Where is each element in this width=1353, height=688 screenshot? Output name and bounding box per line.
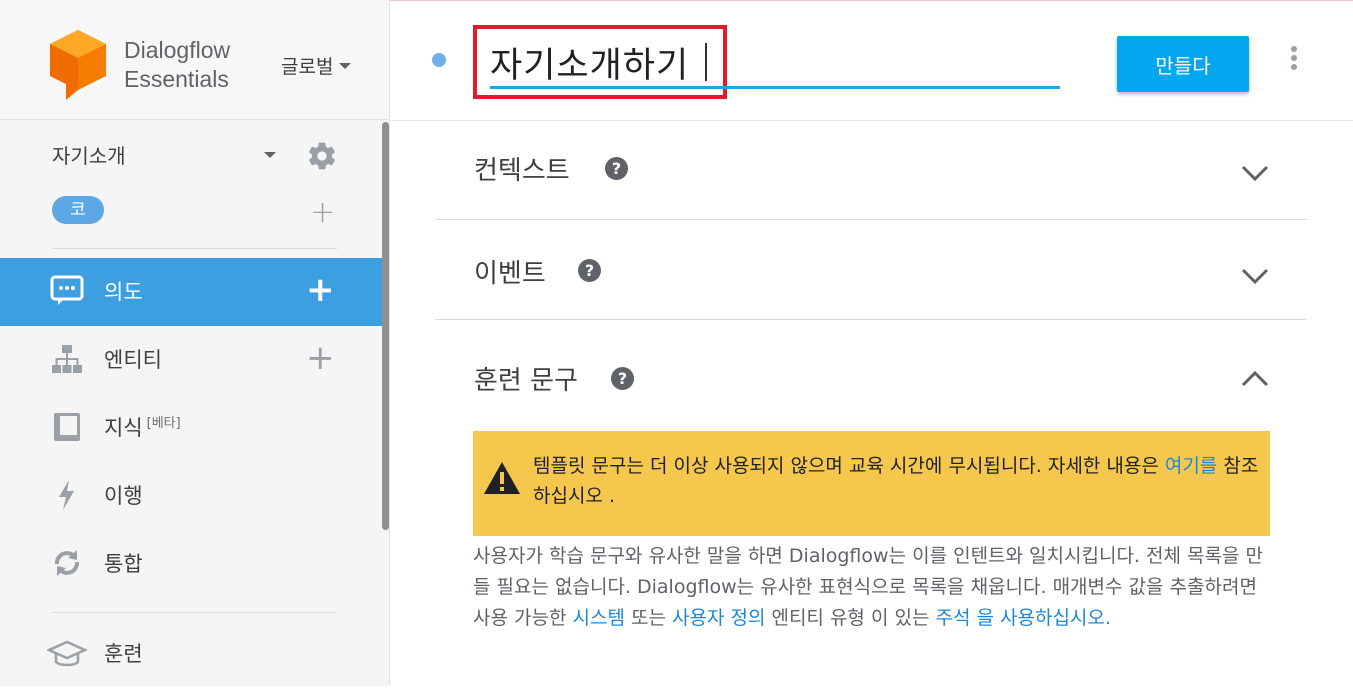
custom-entities-link[interactable]: 사용자 정의 — [672, 607, 765, 629]
sidebar-item-label: 의도 — [104, 280, 143, 304]
description-part2: 또는 — [624, 607, 672, 629]
intent-editor: 만들다 컨텍스트 ? 이벤트 ? 훈련 문구 ? 템플릿 문구는 더 이상 사용… — [390, 0, 1353, 686]
sidebar-item-label-text: 지식 — [104, 416, 143, 440]
language-row: 코 + — [52, 196, 342, 228]
section-title: 이벤트 — [474, 259, 546, 289]
sidebar-scrollbar[interactable] — [382, 122, 389, 530]
description-part3: 엔티티 유형 이 있는 — [765, 607, 936, 629]
events-section[interactable]: 이벤트 ? — [435, 220, 1307, 320]
agent-name: 자기소개 — [52, 144, 126, 168]
help-icon[interactable]: ? — [611, 367, 634, 390]
intent-name-input[interactable] — [490, 38, 740, 86]
divider — [52, 612, 337, 613]
system-entities-link[interactable]: 시스템 — [572, 607, 624, 629]
hierarchy-icon — [52, 345, 82, 373]
region-label: 글로벌 — [281, 56, 334, 78]
training-phrases-section[interactable]: 훈련 문구 ? — [435, 322, 1307, 417]
sidebar-item-label: 이행 — [104, 484, 143, 508]
product-name: Dialogflow Essentials — [124, 36, 230, 94]
warning-link[interactable]: 여기를 — [1165, 455, 1217, 477]
language-badge[interactable]: 코 — [52, 196, 104, 224]
help-icon[interactable]: ? — [605, 157, 628, 180]
warning-text-before: 템플릿 문구는 더 이상 사용되지 않으며 교육 시간에 무시됩니다. 자세한 … — [533, 455, 1165, 477]
sidebar-item-knowledge[interactable]: 지식 [베타] — [0, 394, 382, 462]
intent-header: 만들다 — [390, 0, 1353, 121]
annotation-link[interactable]: 주석 을 사용하십시오. — [935, 607, 1110, 629]
sidebar-item-entities[interactable]: 엔티티 + — [0, 326, 382, 394]
chevron-down-icon[interactable] — [1241, 268, 1269, 284]
warning-text: 템플릿 문구는 더 이상 사용되지 않으며 교육 시간에 무시됩니다. 자세한 … — [533, 451, 1263, 511]
divider — [52, 248, 337, 249]
chevron-down-icon — [339, 62, 352, 69]
book-icon — [54, 413, 80, 441]
help-icon[interactable]: ? — [578, 259, 601, 282]
more-options-icon[interactable] — [1288, 46, 1300, 74]
sidebar-item-intents[interactable]: 의도 + — [0, 258, 382, 326]
add-intent-button[interactable]: + — [306, 273, 335, 307]
add-entity-button[interactable]: + — [306, 341, 335, 375]
create-button[interactable]: 만들다 — [1117, 36, 1249, 92]
product-name-line1: Dialogflow — [124, 37, 231, 63]
agent-selector[interactable]: 자기소개 — [52, 140, 342, 170]
chevron-up-icon[interactable] — [1241, 371, 1269, 387]
sidebar-item-label: 통합 — [104, 552, 143, 576]
sidebar-item-label: 엔티티 — [104, 348, 162, 372]
input-underline — [490, 86, 1060, 89]
dialogflow-logo — [50, 30, 106, 100]
sync-icon — [54, 550, 80, 576]
warning-icon — [484, 462, 520, 494]
add-language-button[interactable]: + — [310, 198, 335, 228]
product-name-line2: Essentials — [124, 66, 229, 92]
sidebar-item-label: 지식 [베타] — [104, 412, 181, 442]
training-description: 사용자가 학습 문구와 유사한 말을 하면 Dialogflow는 이를 인텐트… — [473, 541, 1273, 634]
brand-header: Dialogflow Essentials 글로벌 — [0, 0, 389, 120]
section-title: 컨텍스트 — [474, 156, 570, 186]
sidebar-item-label: 훈련 — [104, 642, 143, 666]
chat-icon — [50, 275, 84, 305]
sidebar-item-training[interactable]: 훈련 — [0, 620, 382, 688]
bolt-icon — [59, 480, 74, 510]
sidebar: Dialogflow Essentials 글로벌 자기소개 코 + 의도 + — [0, 0, 390, 686]
graduation-cap-icon — [47, 640, 87, 667]
deprecation-warning: 템플릿 문구는 더 이상 사용되지 않으며 교육 시간에 무시됩니다. 자세한 … — [473, 431, 1270, 536]
sidebar-item-integrations[interactable]: 통합 — [0, 530, 382, 598]
contexts-section[interactable]: 컨텍스트 ? — [435, 120, 1307, 220]
region-selector[interactable]: 글로벌 — [281, 52, 352, 79]
beta-badge: [베타] — [146, 416, 181, 431]
text-cursor — [705, 43, 707, 81]
intent-status-dot — [432, 53, 446, 67]
chevron-down-icon[interactable] — [264, 152, 276, 158]
gear-icon[interactable] — [306, 140, 338, 172]
sidebar-item-fulfillment[interactable]: 이행 — [0, 462, 382, 530]
chevron-down-icon[interactable] — [1241, 165, 1269, 181]
section-title: 훈련 문구 — [474, 366, 578, 396]
